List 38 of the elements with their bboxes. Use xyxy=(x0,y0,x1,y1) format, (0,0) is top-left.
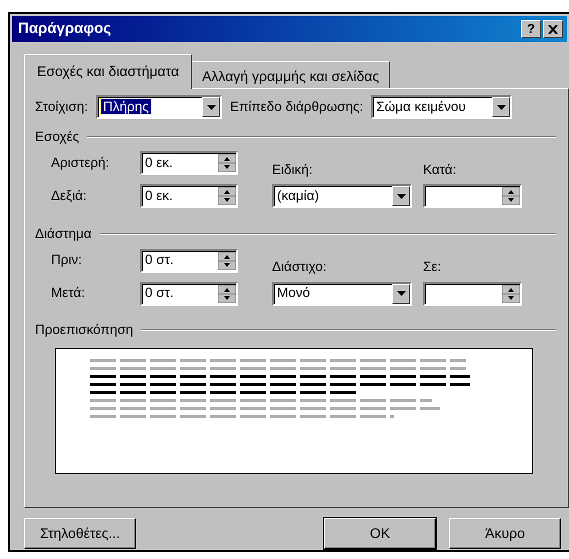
dropdown-field[interactable]: Πλήρης xyxy=(96,95,222,119)
field-label: Δεξιά: xyxy=(51,187,88,206)
group-title: Εσοχές xyxy=(35,128,80,146)
dialog-button[interactable]: OK xyxy=(324,518,436,549)
field-label: Διάστιχο: xyxy=(272,258,328,276)
field-label: Μετά: xyxy=(51,284,86,302)
dropdown-field[interactable]: Μονό xyxy=(272,282,412,306)
field-label: Επίπεδο διάρθρωσης: xyxy=(230,98,364,116)
dropdown-field[interactable]: (καμία) xyxy=(272,184,412,208)
spinner-icon[interactable] xyxy=(218,252,236,270)
spin-field[interactable]: 0 στ. xyxy=(140,248,238,272)
spin-field[interactable]: 0 εκ. xyxy=(140,151,238,176)
close-icon xyxy=(548,24,558,34)
spinner-icon[interactable] xyxy=(502,187,520,206)
field-label: Ειδική: xyxy=(272,161,314,179)
tab[interactable]: Εσοχές και διαστήματα xyxy=(24,54,192,89)
field-label: Σε: xyxy=(423,258,442,276)
window-title: Παράγραφος xyxy=(18,18,112,39)
group-title: Διάστημα xyxy=(35,225,92,244)
close-button[interactable] xyxy=(543,20,563,38)
spinner-icon[interactable] xyxy=(218,187,236,206)
spin-field[interactable]: 0 εκ. xyxy=(140,184,238,208)
spinner-icon[interactable] xyxy=(218,154,236,172)
field-label: Αριστερή: xyxy=(51,154,110,172)
dialog-button[interactable]: Στηλοθέτες... xyxy=(24,518,136,549)
spin-field[interactable] xyxy=(423,282,522,306)
spin-field[interactable]: 0 στ. xyxy=(140,282,238,306)
dropdown-field[interactable]: Σώμα κειμένου xyxy=(371,95,512,119)
help-button[interactable]: ? xyxy=(521,20,541,38)
field-label: Κατά: xyxy=(423,161,458,179)
spin-field[interactable] xyxy=(423,184,522,208)
field-label: Στοίχιση: xyxy=(35,98,88,116)
field-label: Πριν: xyxy=(51,251,83,270)
tab[interactable]: Αλλαγή γραμμής και σελίδας xyxy=(191,61,390,88)
spinner-icon[interactable] xyxy=(502,284,520,302)
spinner-icon[interactable] xyxy=(218,284,236,302)
dialog-button[interactable]: Άκυρο xyxy=(449,518,561,549)
group-title: Προεπισκόπηση xyxy=(35,320,134,339)
